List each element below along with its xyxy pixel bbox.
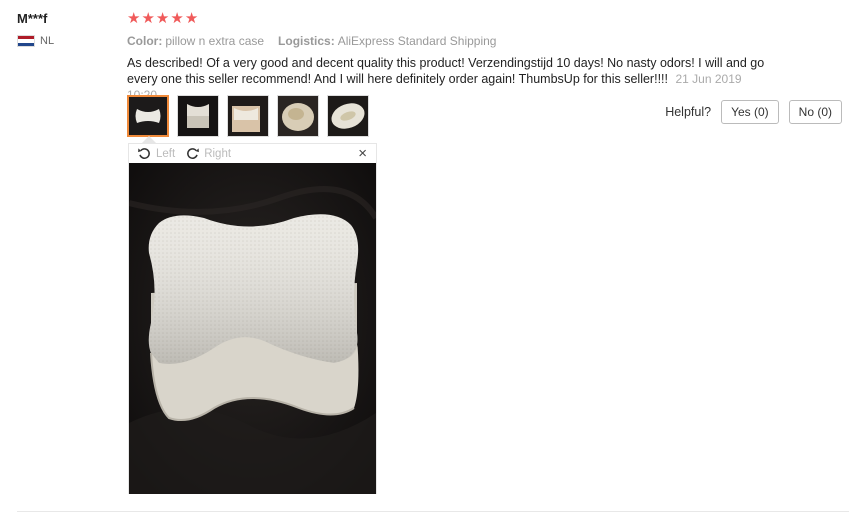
- photo-thumbnail[interactable]: [327, 95, 369, 137]
- helpful-no-button[interactable]: No (0): [788, 100, 842, 124]
- review-divider: [17, 511, 849, 512]
- logistics-value: AliExpress Standard Shipping: [337, 34, 497, 48]
- star-icon: ★: [170, 10, 184, 27]
- review-photos: [127, 95, 369, 137]
- helpful-section: Helpful? Yes (0) No (0): [665, 100, 842, 124]
- photo-viewer: Left Right ×: [128, 143, 377, 494]
- photo-thumbnail[interactable]: [177, 95, 219, 137]
- country-code: NL: [40, 35, 55, 47]
- rotate-left-label: Left: [156, 147, 176, 160]
- close-icon[interactable]: ×: [358, 145, 367, 162]
- helpful-yes-button[interactable]: Yes (0): [721, 100, 779, 124]
- color-value: pillow n extra case: [165, 34, 265, 48]
- rotate-right-button[interactable]: Right: [185, 146, 231, 161]
- viewer-toolbar: Left Right ×: [129, 144, 376, 163]
- star-icon: ★: [155, 10, 170, 27]
- logistics-label: Logistics:: [278, 34, 335, 48]
- reviewer-name: M***f: [17, 11, 48, 26]
- rotate-left-button[interactable]: Left: [137, 146, 175, 161]
- star-icon: ★: [184, 10, 199, 27]
- helpful-label: Helpful?: [665, 105, 712, 119]
- rotate-left-icon: [138, 148, 150, 159]
- netherlands-flag-icon: [17, 35, 35, 47]
- color-label: Color:: [127, 34, 163, 48]
- star-icon: ★: [127, 10, 141, 27]
- photo-thumbnail[interactable]: [277, 95, 319, 137]
- review-text: As described! Of a very good and decent …: [127, 56, 765, 86]
- rotate-right-icon: [187, 148, 200, 159]
- star-icon: ★: [141, 10, 155, 27]
- enlarged-product-photo: [129, 163, 376, 494]
- active-thumbnail-pointer: [142, 136, 156, 143]
- reviewer-country: NL: [17, 35, 54, 47]
- order-properties: Color: pillow n extra case Logistics: AliEx…: [127, 34, 496, 48]
- star-rating: ★ ★ ★ ★ ★: [127, 10, 198, 28]
- photo-thumbnail[interactable]: [227, 95, 269, 137]
- rotate-right-label: Right: [204, 147, 232, 160]
- photo-thumbnail[interactable]: [127, 95, 169, 137]
